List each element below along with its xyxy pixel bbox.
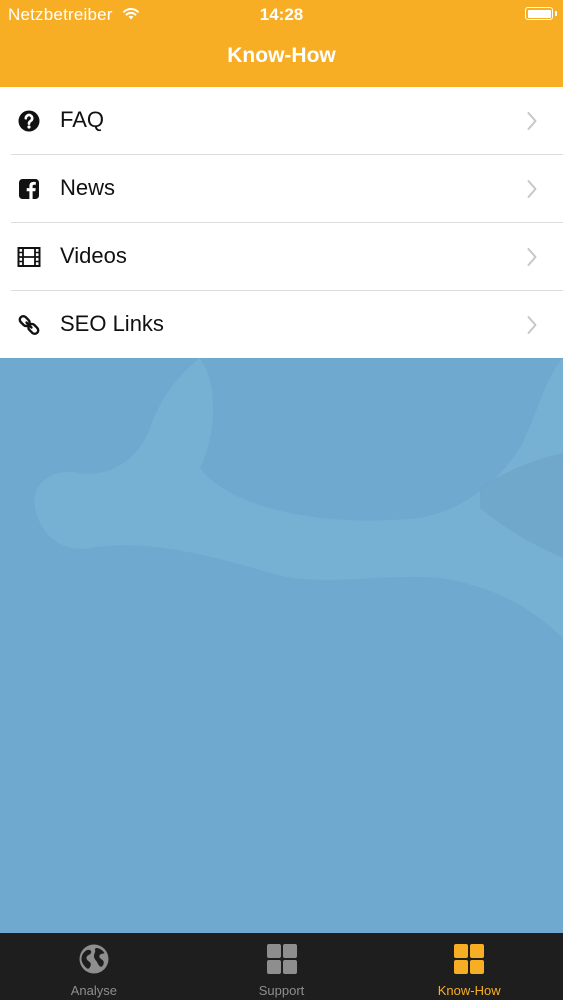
- question-circle-icon: [18, 110, 40, 132]
- list-item-news[interactable]: News: [0, 155, 563, 223]
- tab-analyse[interactable]: Analyse: [0, 933, 188, 1000]
- page-title: Know-How: [227, 44, 336, 67]
- chevron-right-icon: [527, 248, 537, 266]
- link-icon: [18, 314, 40, 336]
- facebook-square-icon: [19, 179, 39, 199]
- film-icon: [17, 247, 41, 267]
- background-watermark: [34, 358, 563, 638]
- list-item-faq[interactable]: FAQ: [0, 87, 563, 155]
- tab-bar: Analyse Support Know-How: [0, 933, 563, 1000]
- header: Netzbetreiber 14:28 Know-How: [0, 0, 563, 87]
- app-screen: Netzbetreiber 14:28 Know-How FAQ News Vi…: [0, 0, 563, 1000]
- battery-icon: [525, 7, 557, 20]
- chevron-right-icon: [527, 180, 537, 198]
- list-item-videos[interactable]: Videos: [0, 223, 563, 291]
- globe-icon: [79, 944, 109, 974]
- list-item-label: SEO Links: [60, 311, 164, 336]
- list-item-label: Videos: [60, 243, 127, 268]
- tab-label: Analyse: [70, 983, 117, 998]
- chevron-right-icon: [527, 316, 537, 334]
- tab-label: Support: [258, 983, 305, 998]
- list-item-seo-links[interactable]: SEO Links: [0, 291, 563, 359]
- know-how-list: FAQ News Videos SEO Links: [0, 87, 563, 358]
- tab-support[interactable]: Support: [188, 933, 376, 1000]
- tab-know-how[interactable]: Know-How: [375, 933, 563, 1000]
- list-item-label: News: [60, 175, 116, 200]
- status-bar: Netzbetreiber 14:28: [0, 0, 563, 30]
- status-time: 14:28: [259, 5, 304, 24]
- grid-icon: [266, 944, 297, 974]
- tab-label: Know-How: [437, 983, 501, 998]
- chevron-right-icon: [527, 112, 537, 130]
- grid-icon: [454, 944, 485, 974]
- list-item-label: FAQ: [60, 107, 105, 132]
